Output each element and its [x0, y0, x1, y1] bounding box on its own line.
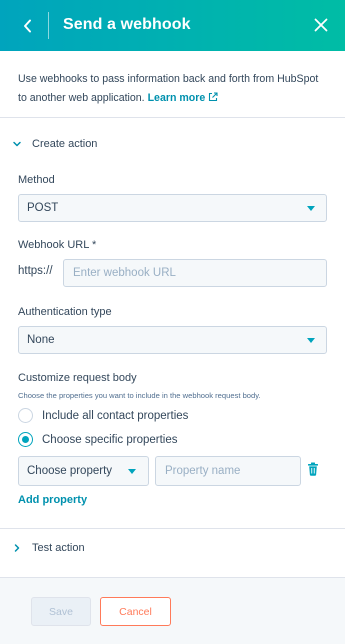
- create-action-label: Create action: [32, 138, 98, 150]
- learn-more-label: Learn more: [147, 92, 206, 104]
- chevron-left-icon: [24, 19, 31, 33]
- auth-type-select[interactable]: None: [18, 326, 327, 354]
- radio-button-checked[interactable]: [18, 432, 33, 447]
- request-body-label: Customize request body: [18, 372, 137, 384]
- choose-property-value: Choose property: [27, 465, 113, 477]
- url-prefix: https://: [18, 265, 53, 277]
- header-divider: [48, 12, 49, 39]
- learn-more-link[interactable]: Learn more: [148, 92, 219, 104]
- save-button[interactable]: Save: [31, 597, 91, 626]
- panel-footer: Save Cancel: [0, 577, 345, 644]
- chevron-down-icon: [13, 141, 21, 147]
- test-action-label: Test action: [32, 542, 85, 554]
- back-button[interactable]: [16, 14, 40, 38]
- divider: [0, 528, 345, 529]
- caret-down-icon: [307, 338, 315, 343]
- cancel-button[interactable]: Cancel: [100, 597, 171, 626]
- radio-include-all[interactable]: Include all contact properties: [18, 408, 188, 423]
- external-link-icon: [209, 92, 218, 102]
- chevron-right-icon: [14, 544, 20, 552]
- test-action-toggle[interactable]: Test action: [12, 542, 85, 554]
- add-property-link[interactable]: Add property: [18, 494, 87, 506]
- method-select[interactable]: POST: [18, 194, 327, 222]
- radio-label: Choose specific properties: [42, 433, 178, 446]
- choose-property-select[interactable]: Choose property: [18, 456, 149, 486]
- radio-button[interactable]: [18, 408, 33, 423]
- radio-choose-specific[interactable]: Choose specific properties: [18, 432, 178, 447]
- create-action-toggle[interactable]: Create action: [12, 138, 97, 150]
- method-value: POST: [27, 202, 59, 214]
- panel-title: Send a webhook: [63, 16, 191, 33]
- close-button[interactable]: [310, 14, 332, 36]
- panel-header: Send a webhook: [0, 0, 345, 51]
- webhook-url-input[interactable]: [63, 259, 327, 287]
- caret-down-icon: [128, 469, 136, 474]
- intro-description: Use webhooks to pass information back an…: [18, 70, 330, 108]
- radio-label: Include all contact properties: [42, 409, 189, 422]
- auth-type-value: None: [27, 334, 55, 346]
- caret-down-icon: [307, 206, 315, 211]
- close-icon: [314, 18, 328, 32]
- method-label: Method: [18, 174, 55, 186]
- webhook-url-label: Webhook URL *: [18, 239, 97, 251]
- request-body-help: Choose the properties you want to includ…: [18, 391, 261, 400]
- trash-icon[interactable]: [307, 462, 319, 476]
- divider: [0, 117, 345, 118]
- property-name-input[interactable]: [155, 456, 301, 486]
- auth-type-label: Authentication type: [18, 306, 112, 318]
